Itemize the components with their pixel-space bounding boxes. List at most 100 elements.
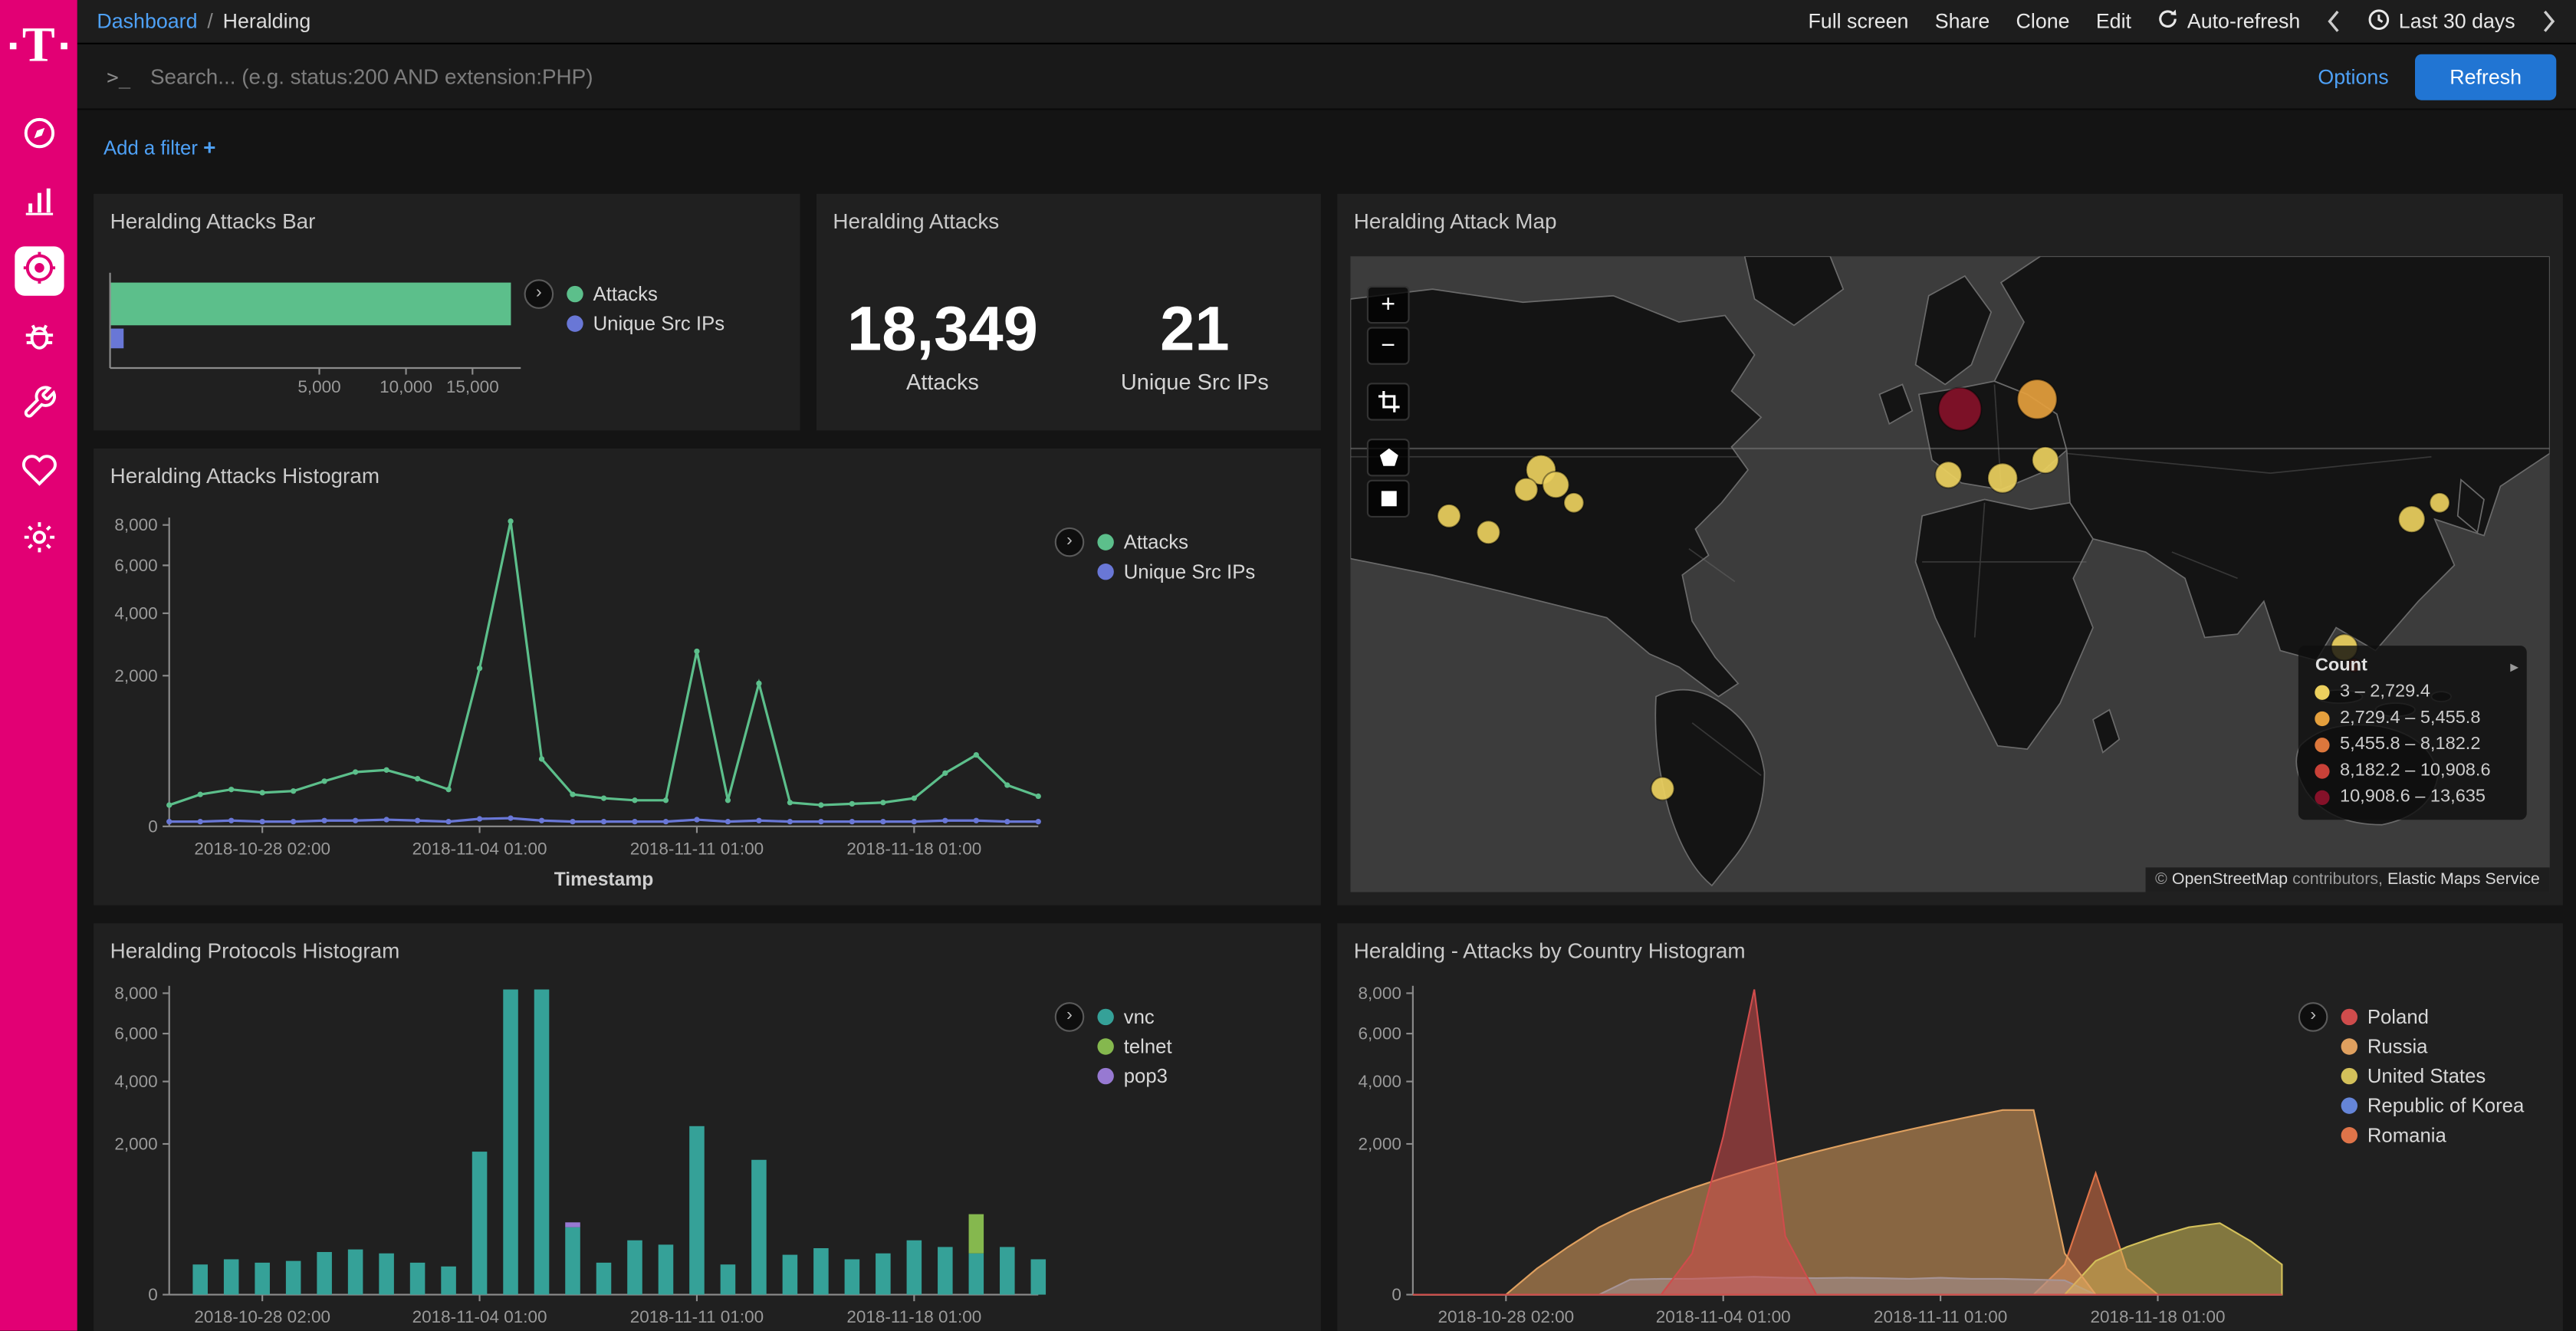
tpot-sidebar: T [0, 0, 77, 1331]
legend-toggle-icon[interactable]: › [1055, 527, 1085, 557]
gear-icon [21, 518, 57, 563]
rectangle-draw-icon[interactable] [1367, 480, 1410, 518]
panel-country-histogram: Heralding - Attacks by Country Histogram… [1337, 923, 2563, 1330]
attacks-line-chart[interactable]: 02,0004,0006,0008,0002018-10-28 02:00201… [94, 495, 1055, 899]
polygon-draw-icon[interactable] [1367, 439, 1410, 476]
plus-icon: + [203, 135, 215, 159]
protocols-bar-chart[interactable]: 02,0004,0006,0008,0002018-10-28 02:00201… [94, 963, 1055, 1331]
map-marker[interactable] [1438, 504, 1460, 527]
panel-title: Heralding Protocols Histogram [94, 923, 1321, 962]
legend-toggle-icon[interactable]: › [1055, 1002, 1085, 1032]
legend-item[interactable]: Attacks [567, 279, 724, 309]
ems-link[interactable]: Elastic Maps Service [2387, 871, 2540, 889]
legend-item[interactable]: Unique Src IPs [1097, 557, 1255, 587]
svg-text:2,000: 2,000 [114, 666, 157, 685]
breadcrumb-dashboard-link[interactable]: Dashboard [97, 10, 197, 33]
metric-value: 21 [1069, 296, 1321, 366]
legend-item[interactable]: 3 – 2,729.4 [2315, 679, 2491, 705]
world-map[interactable]: + − Count 3 – 2,729.42,729.4 – 5,455.85,… [1350, 256, 2549, 892]
legend-item[interactable]: 8,182.2 – 10,908.6 [2315, 758, 2491, 784]
map-marker[interactable] [1564, 493, 1584, 513]
legend-item[interactable]: United States [2341, 1061, 2525, 1091]
sidebar-item-tools[interactable] [14, 381, 63, 430]
share-button[interactable]: Share [1935, 10, 1990, 33]
map-marker[interactable] [1477, 521, 1500, 544]
clone-button[interactable]: Clone [2016, 10, 2070, 33]
svg-text:5,000: 5,000 [297, 377, 340, 396]
legend-item[interactable]: Romania [2341, 1120, 2525, 1150]
legend-label: 8,182.2 – 10,908.6 [2340, 761, 2491, 781]
legend-toggle-icon[interactable]: › [524, 279, 554, 309]
legend-item[interactable]: telnet [1097, 1032, 1171, 1062]
legend-collapse-icon[interactable]: ▸ [2510, 659, 2518, 677]
sidebar-item-dashboard[interactable] [14, 112, 63, 161]
legend-item[interactable]: 5,455.8 – 8,182.2 [2315, 731, 2491, 758]
legend-swatch [2341, 1038, 2358, 1054]
time-range-picker[interactable]: Last 30 days [2367, 8, 2515, 35]
legend-item[interactable]: Unique Src IPs [567, 309, 724, 339]
sidebar-item-health[interactable] [14, 449, 63, 498]
svg-text:2018-11-11 01:00: 2018-11-11 01:00 [1874, 1307, 2007, 1326]
legend-item[interactable]: vnc [1097, 1002, 1171, 1032]
svg-text:6,000: 6,000 [1359, 1024, 1401, 1043]
panel-title: Heralding Attacks Bar [94, 194, 800, 233]
legend-item[interactable]: Attacks [1097, 527, 1255, 557]
time-back-button[interactable] [2327, 10, 2341, 33]
osm-link[interactable]: OpenStreetMap [2172, 871, 2288, 889]
map-marker[interactable] [2399, 506, 2425, 532]
svg-text:2018-11-18 01:00: 2018-11-18 01:00 [2090, 1307, 2225, 1326]
query-options-link[interactable]: Options [2318, 65, 2388, 88]
auto-refresh-button[interactable]: Auto-refresh [2157, 8, 2300, 35]
legend-item[interactable]: Republic of Korea [2341, 1091, 2525, 1121]
bug-icon [21, 317, 57, 361]
svg-text:2018-11-18 01:00: 2018-11-18 01:00 [846, 839, 981, 858]
zoom-in-button[interactable]: + [1367, 286, 1410, 324]
t-mobile-logo[interactable]: T [11, 13, 67, 79]
time-forward-button[interactable] [2542, 10, 2556, 33]
map-marker[interactable] [1935, 462, 1961, 488]
sidebar-item-malware[interactable] [14, 314, 63, 363]
sidebar-item-attack-map[interactable] [14, 246, 63, 295]
full-screen-button[interactable]: Full screen [1808, 10, 1908, 33]
add-filter-link[interactable]: Add a filter + [104, 135, 215, 159]
map-marker[interactable] [2032, 447, 2058, 473]
legend-label: Attacks [593, 283, 658, 306]
map-marker[interactable] [2430, 493, 2450, 513]
logo-dot [11, 43, 18, 50]
zoom-out-button[interactable]: − [1367, 327, 1410, 364]
svg-text:2018-10-28 02:00: 2018-10-28 02:00 [1438, 1307, 1574, 1326]
map-marker[interactable] [2017, 380, 2056, 419]
search-input[interactable] [147, 62, 2292, 90]
legend-swatch [2315, 711, 2330, 725]
legend-item[interactable]: Poland [2341, 1002, 2525, 1032]
map-marker[interactable] [1651, 777, 1674, 800]
map-marker[interactable] [1988, 463, 2018, 493]
legend-item[interactable]: pop3 [1097, 1061, 1171, 1091]
metric-label: Unique Src IPs [1069, 370, 1321, 394]
fit-bounds-icon[interactable] [1367, 383, 1410, 420]
metric-unique-src-ips: 21 Unique Src IPs [1069, 296, 1321, 395]
sidebar-item-visualize[interactable] [14, 179, 63, 228]
svg-text:15,000: 15,000 [446, 377, 499, 396]
country-area-chart[interactable]: 02,0004,0006,0008,0002018-10-28 02:00201… [1337, 963, 2298, 1331]
legend-label: United States [2367, 1065, 2486, 1088]
legend-label: pop3 [1124, 1065, 1168, 1088]
map-controls: + − [1367, 286, 1410, 521]
legend-item[interactable]: 2,729.4 – 5,455.8 [2315, 705, 2491, 731]
legend-label: telnet [1124, 1035, 1172, 1058]
edit-button[interactable]: Edit [2096, 10, 2131, 33]
legend-swatch [2341, 1097, 2358, 1113]
map-marker[interactable] [1939, 388, 1982, 431]
legend-item[interactable]: Russia [2341, 1032, 2525, 1062]
refresh-button[interactable]: Refresh [2415, 54, 2556, 100]
legend-label: Russia [2367, 1035, 2428, 1058]
legend-item[interactable]: 10,908.6 – 13,635 [2315, 784, 2491, 810]
sidebar-item-settings[interactable] [14, 516, 63, 565]
legend-toggle-icon[interactable]: › [2298, 1002, 2328, 1032]
legend-swatch [2315, 685, 2330, 699]
svg-text:8,000: 8,000 [114, 515, 157, 534]
legend-label: Attacks [1124, 531, 1188, 554]
map-marker[interactable] [1515, 478, 1538, 501]
map-marker[interactable] [1543, 472, 1569, 498]
svg-text:2018-11-04 01:00: 2018-11-04 01:00 [1656, 1307, 1791, 1326]
